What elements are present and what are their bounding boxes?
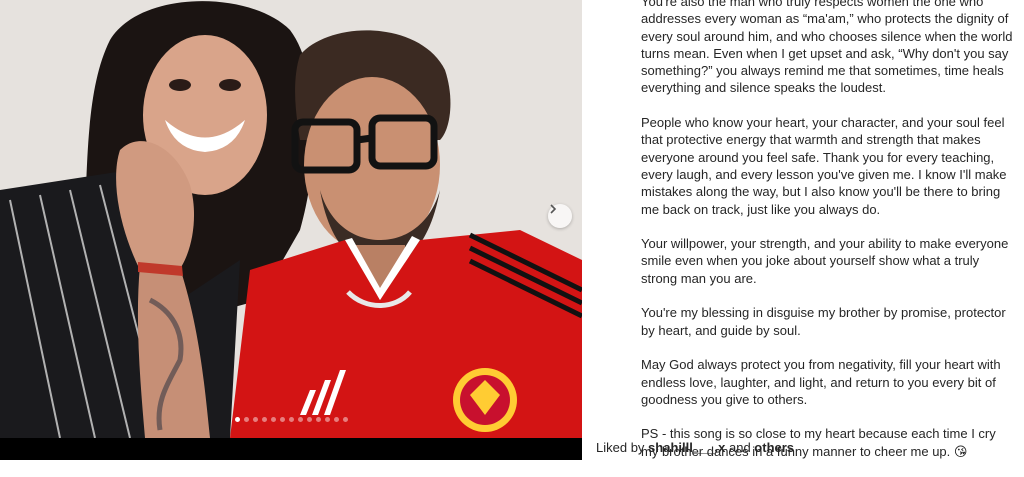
caption-paragraph: May God always protect you from negativi… [641,357,1001,407]
carousel-dot [243,417,249,422]
carousel-dot [234,417,240,422]
liker-username-link[interactable]: shahilll___.x [648,440,725,455]
likes-summary: Liked by shahilll___.x and others [596,438,1016,458]
caption-paragraph: Your willpower, your strength, and your … [641,236,1009,286]
carousel-dot [297,417,303,422]
caption-paragraph: People who know your heart, your charact… [641,115,1007,217]
carousel-dot [288,417,294,422]
carousel-next-button[interactable] [548,204,572,228]
carousel-indicator [0,417,582,425]
likes-others-link[interactable]: others [754,440,794,455]
carousel-dot [315,417,321,422]
post-media[interactable] [0,0,582,438]
caption-paragraph: You're my blessing in disguise my brothe… [641,305,1006,338]
carousel-dot [279,417,285,422]
post-caption: You're also the man who truly respects w… [641,0,1013,477]
carousel-dot [306,417,312,422]
likes-prefix: Liked by [596,440,649,455]
carousel-dot [261,417,267,422]
carousel-dot [324,417,330,422]
media-bottom-bar [0,438,582,460]
carousel-dot [333,417,339,422]
chevron-right-icon [550,204,557,214]
carousel-dot [342,417,348,422]
likes-connector: and [725,440,755,455]
carousel-dot [252,417,258,422]
caption-paragraph: You're also the man who truly respects w… [641,0,1013,96]
carousel-dot [270,417,276,422]
post-photo [0,0,582,438]
